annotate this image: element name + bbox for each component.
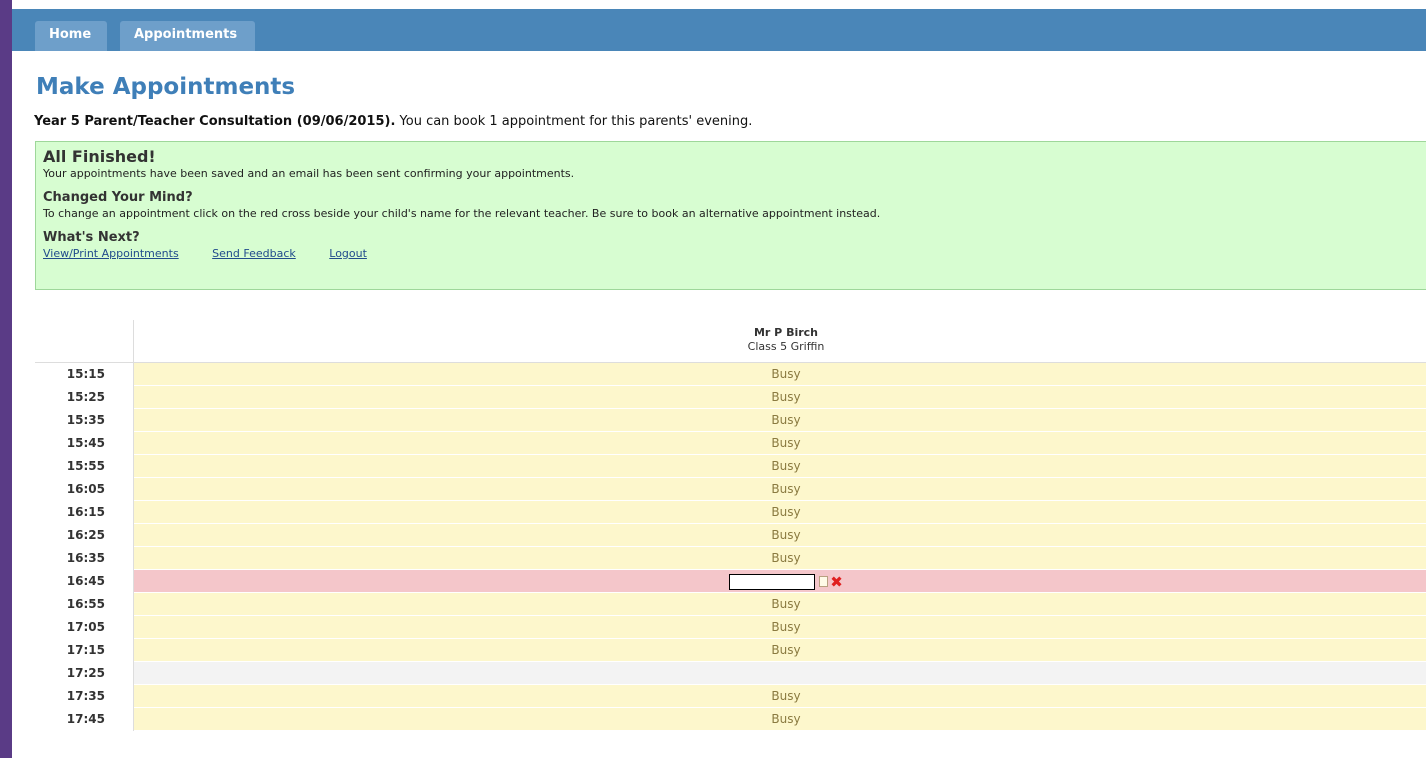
tab-home[interactable]: Home [35, 21, 107, 51]
page: Home Appointments Make Appointments Year… [12, 0, 1426, 758]
slot-row: 16:05 Busy [35, 478, 1426, 501]
slot-time: 17:45 [35, 708, 134, 731]
logout-link[interactable]: Logout [329, 247, 367, 260]
slot-row: 15:25 Busy [35, 386, 1426, 409]
slot-cell-busy: Busy [134, 363, 1426, 385]
slot-row: 17:15 Busy [35, 639, 1426, 662]
slot-cell-busy: Busy [134, 685, 1426, 707]
slot-time: 15:25 [35, 386, 134, 409]
confirmation-notice: All Finished! Your appointments have bee… [35, 141, 1426, 290]
slot-cell-busy: Busy [134, 547, 1426, 569]
view-print-link[interactable]: View/Print Appointments [43, 247, 179, 260]
nav-bar: Home Appointments [12, 9, 1426, 51]
slot-time: 17:35 [35, 685, 134, 708]
cancel-cross-icon[interactable]: ✖ [830, 574, 843, 589]
slot-cell-busy: Busy [134, 593, 1426, 615]
slot-row: 15:45 Busy [35, 432, 1426, 455]
teacher-name: Mr P Birch [753, 326, 819, 339]
slot-row: 16:45 ✖ [35, 570, 1426, 593]
appointment-schedule: Mr P Birch Class 5 Griffin 15:15 Busy 15:2… [35, 320, 1426, 731]
slot-row: 15:35 Busy [35, 409, 1426, 432]
slot-cell-busy: Busy [134, 639, 1426, 661]
slot-row: 15:55 Busy [35, 455, 1426, 478]
next-links: View/Print Appointments Send Feedback Lo… [43, 247, 1426, 261]
slot-row: 16:55 Busy [35, 593, 1426, 616]
slot-time: 16:05 [35, 478, 134, 501]
slot-time: 17:15 [35, 639, 134, 662]
intro-rest: You can book 1 appointment for this pare… [395, 114, 753, 129]
slot-cell-busy: Busy [134, 501, 1426, 523]
page-title: Make Appointments [36, 74, 296, 100]
send-feedback-link[interactable]: Send Feedback [212, 247, 296, 260]
event-name: Year 5 Parent/Teacher Consultation (09/0… [34, 114, 396, 129]
slot-row: 17:35 Busy [35, 685, 1426, 708]
slot-time: 15:55 [35, 455, 134, 478]
teacher-header: Mr P Birch Class 5 Griffin [134, 320, 1426, 363]
slot-time: 15:35 [35, 409, 134, 432]
slot-time: 16:15 [35, 501, 134, 524]
slot-cell-booked: ✖ [134, 570, 1426, 592]
slot-time: 17:05 [35, 616, 134, 639]
tab-appointments[interactable]: Appointments [120, 21, 255, 51]
intro-text: Year 5 Parent/Teacher Consultation (09/0… [34, 114, 752, 129]
slot-row: 16:25 Busy [35, 524, 1426, 547]
changed-mind-heading: Changed Your Mind? [43, 190, 193, 205]
slot-row: 16:15 Busy [35, 501, 1426, 524]
slot-row: 15:15 Busy [35, 363, 1426, 386]
slot-time: 16:35 [35, 547, 134, 570]
slot-cell-busy: Busy [134, 386, 1426, 408]
note-icon[interactable] [819, 576, 829, 587]
slot-time: 15:45 [35, 432, 134, 455]
slot-time: 17:25 [35, 662, 134, 685]
slot-row: 17:05 Busy [35, 616, 1426, 639]
whats-next-heading: What's Next? [43, 230, 140, 245]
slot-cell-busy: Busy [134, 478, 1426, 500]
slot-time: 16:25 [35, 524, 134, 547]
slot-time: 16:45 [35, 570, 134, 593]
changed-mind-text: To change an appointment click on the re… [43, 207, 881, 220]
slot-row: 16:35 Busy [35, 547, 1426, 570]
slot-cell-free[interactable] [134, 662, 1426, 684]
slot-cell-busy: Busy [134, 432, 1426, 454]
notice-saved-text: Your appointments have been saved and an… [43, 167, 575, 180]
notice-heading: All Finished! [43, 147, 156, 166]
slot-time: 15:15 [35, 363, 134, 386]
slot-row: 17:25 [35, 662, 1426, 685]
slot-time: 16:55 [35, 593, 134, 616]
slot-row: 17:45 Busy [35, 708, 1426, 731]
slot-rows: 15:15 Busy 15:25 Busy 15:35 Busy 15:45 Busy 15:5… [35, 363, 1426, 731]
slot-cell-busy: Busy [134, 708, 1426, 730]
slot-cell-busy: Busy [134, 455, 1426, 477]
booked-child-name-box [729, 573, 816, 590]
slot-cell-busy: Busy [134, 616, 1426, 638]
teacher-class: Class 5 Griffin [747, 340, 825, 353]
schedule-header: Mr P Birch Class 5 Griffin [35, 320, 1426, 363]
slot-cell-busy: Busy [134, 409, 1426, 431]
slot-cell-busy: Busy [134, 524, 1426, 546]
window-left-edge [0, 0, 12, 758]
